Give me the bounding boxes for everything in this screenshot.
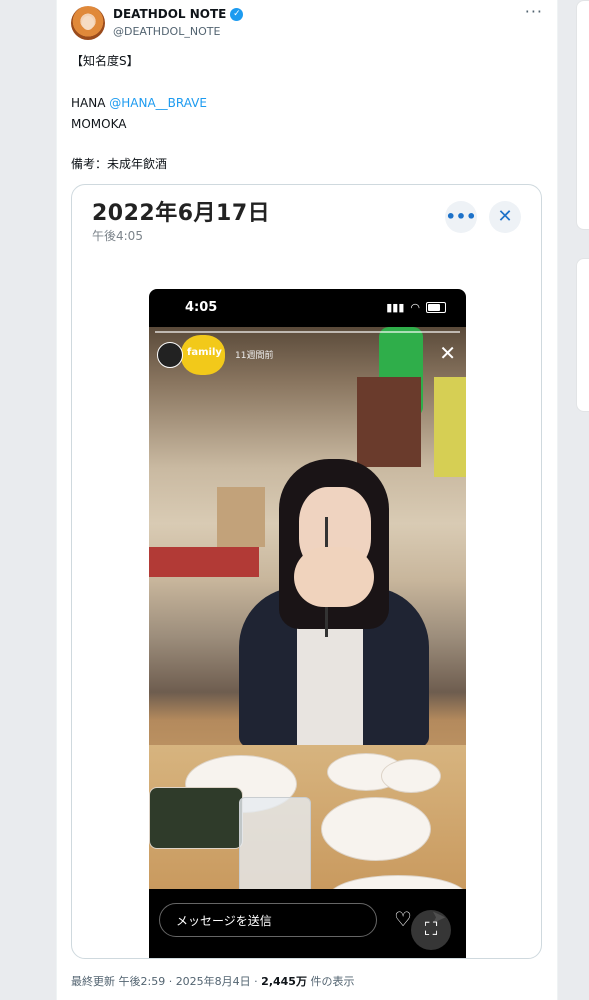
screenshot-time: 午後4:05 (92, 229, 143, 243)
tweet-footer: 最終更新 午後2:59 · 2025年8月4日 · 2,445万 件の表示 (71, 973, 354, 989)
story-photo (149, 327, 466, 889)
story-avatar[interactable] (157, 342, 183, 368)
tweet-line-hana: HANA @HANA__BRAVE (71, 96, 207, 110)
verified-badge-icon: ✓ (230, 7, 244, 21)
media-card[interactable]: 2022年6月17日 午後4:05 ••• ✕ 4:05 ▮▮▮ ◠ famil… (71, 184, 542, 959)
water-glass (239, 797, 311, 889)
views-label: 件の表示 (306, 975, 355, 988)
user-handle[interactable]: @DEATHDOL_NOTE (113, 25, 220, 38)
tweet-line-rank: 【知名度S】 (71, 54, 139, 68)
status-bar-icons: ▮▮▮ ◠ (386, 301, 446, 314)
side-panel-card-top (576, 0, 589, 230)
side-panel-card-bottom (576, 258, 589, 412)
more-horizontal-icon[interactable]: ··· (525, 2, 543, 21)
seaweed-plate (149, 787, 243, 849)
tweet-text-prefix: HANA (71, 96, 110, 110)
lens-icon[interactable]: ⛶ (411, 910, 451, 950)
screenshot-date: 2022年6月17日 (92, 201, 271, 226)
red-seat (149, 547, 259, 577)
heart-icon[interactable]: ♡ (394, 907, 412, 931)
wall-poster-small (217, 487, 265, 547)
story-screenshot: 4:05 ▮▮▮ ◠ family 11週間前 ✕ メッセージを送信 ♡ (149, 289, 466, 958)
story-progress-bar (155, 331, 460, 333)
signal-icon: ▮▮▮ (386, 301, 405, 314)
battery-icon (426, 302, 446, 313)
status-bar-time: 4:05 (185, 300, 218, 315)
story-time-ago: 11週間前 (235, 351, 274, 361)
tweet-container: DEATHDOL NOTE ✓ @DEATHDOL_NOTE ··· 【知名度S… (56, 0, 558, 1000)
message-input[interactable]: メッセージを送信 (159, 903, 377, 937)
display-name-row[interactable]: DEATHDOL NOTE ✓ (113, 7, 244, 21)
story-close-icon[interactable]: ✕ (439, 341, 456, 365)
wall-poster (357, 377, 421, 467)
wifi-icon: ◠ (410, 301, 420, 314)
sauce-dish (381, 759, 441, 793)
person-hands (294, 547, 374, 607)
bowl (321, 797, 431, 861)
person-shirt (297, 627, 363, 747)
more-options-button[interactable]: ••• (445, 201, 477, 233)
story-username[interactable]: family (187, 347, 222, 358)
tweet-line-note: 備考：未成年飲酒 (71, 157, 168, 171)
footer-timestamp[interactable]: 最終更新 午後2:59 · 2025年8月4日 · (71, 975, 261, 988)
display-name[interactable]: DEATHDOL NOTE (113, 7, 226, 21)
wall-poster-right (434, 377, 466, 477)
mention-link[interactable]: @HANA__BRAVE (109, 96, 207, 110)
tweet-line-momoka: MOMOKA (71, 117, 127, 131)
view-count: 2,445万 (261, 975, 307, 988)
avatar[interactable] (71, 6, 105, 40)
close-button[interactable]: ✕ (489, 201, 521, 233)
